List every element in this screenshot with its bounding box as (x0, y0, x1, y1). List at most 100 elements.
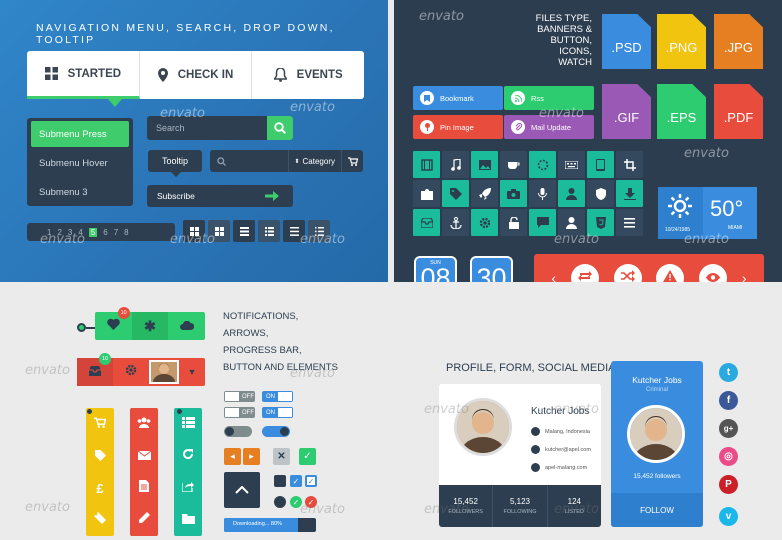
document-icon[interactable] (139, 479, 149, 497)
check-icon: ✓ (307, 476, 315, 486)
users-icon[interactable] (137, 415, 151, 433)
repeat-button[interactable] (570, 264, 599, 282)
tooltip-arrow (171, 172, 181, 177)
close-button[interactable]: ✕ (273, 448, 290, 465)
inbox-icon[interactable] (413, 209, 440, 236)
rocket-icon[interactable] (471, 180, 498, 207)
music-icon[interactable] (442, 151, 469, 178)
tag-icon[interactable] (442, 180, 469, 207)
pinterest-icon[interactable]: P (719, 475, 738, 494)
settings-button[interactable] (113, 363, 149, 381)
share-icon[interactable] (181, 479, 194, 497)
page-7[interactable]: 7 (114, 228, 118, 237)
facebook-icon[interactable]: f (719, 391, 738, 410)
unlock-icon[interactable] (500, 209, 527, 236)
cart-button[interactable] (341, 150, 363, 172)
submenu-item[interactable]: Submenu Press (31, 121, 129, 147)
toggle-off[interactable]: OFF (224, 407, 255, 418)
toggle-off[interactable]: OFF (224, 391, 255, 402)
shuffle-button[interactable] (613, 264, 642, 282)
toggle-on[interactable]: ON (262, 407, 293, 418)
user-icon[interactable] (558, 180, 585, 207)
checkbox-checked[interactable]: ✓ (305, 475, 317, 487)
warning-button[interactable] (656, 264, 685, 282)
chevron-left-icon[interactable]: ‹ (551, 270, 556, 282)
coffee-icon[interactable] (500, 151, 527, 178)
list-icon[interactable] (616, 209, 643, 236)
subscribe-field[interactable]: Subscribe (147, 185, 293, 207)
ticket-icon[interactable] (94, 511, 106, 529)
dribbble-icon[interactable]: ◎ (719, 447, 738, 466)
anchor-icon[interactable] (442, 209, 469, 236)
table-view-button[interactable] (233, 220, 255, 242)
camera-icon[interactable] (500, 180, 527, 207)
round-switch-off[interactable] (224, 426, 252, 437)
search-icon (274, 122, 286, 134)
category-select[interactable]: ⬍ Category (287, 150, 342, 172)
category-label: Category (302, 156, 335, 166)
stat-following[interactable]: 5,123 FOLLOWING (493, 485, 548, 527)
list-icon[interactable] (181, 415, 195, 433)
files-icons-panel: FILES TYPE, BANNERS & BUTTON, ICONS, WAT… (394, 0, 782, 282)
nav-item-started[interactable]: STARTED (27, 51, 140, 99)
scroll-up-button[interactable] (224, 472, 260, 508)
folder-icon[interactable] (181, 511, 195, 529)
arrow-right-icon[interactable] (265, 191, 279, 201)
arrow-right-button[interactable]: ▸ (243, 448, 260, 465)
crop-icon[interactable] (616, 151, 643, 178)
chat-icon[interactable] (529, 209, 556, 236)
round-switch-on[interactable] (262, 426, 290, 437)
website-row[interactable]: apel-malang.com (531, 463, 591, 472)
vimeo-icon[interactable]: v (719, 507, 738, 526)
refresh-icon[interactable] (182, 447, 194, 465)
tag-icon[interactable] (94, 448, 106, 466)
cloud-button[interactable] (168, 317, 205, 335)
microphone-icon[interactable] (529, 180, 556, 207)
nav-item-events[interactable]: EVENTS (252, 51, 364, 99)
radio-off[interactable] (274, 496, 286, 508)
arrow-left-button[interactable]: ◂ (224, 448, 241, 465)
tablet-icon[interactable] (587, 151, 614, 178)
keyboard-icon[interactable] (558, 151, 585, 178)
toggle-on[interactable]: ON (262, 391, 293, 402)
snowflake-button[interactable]: ✱ (131, 312, 169, 340)
pin-image-button[interactable]: Pin Image (413, 115, 503, 139)
email-row[interactable]: kutcher@apel.com (531, 445, 591, 454)
page-6[interactable]: 6 (103, 228, 107, 237)
submenu-item[interactable]: Submenu 3 (31, 179, 129, 205)
bookmark-icon (420, 91, 434, 105)
loading-icon[interactable] (529, 151, 556, 178)
category-search-bar[interactable]: ⬍ Category (210, 150, 363, 172)
pound-icon[interactable]: £ (96, 481, 103, 496)
chevron-right-icon[interactable]: › (742, 270, 747, 282)
follow-button[interactable]: FOLLOW (611, 493, 703, 527)
gear-icon[interactable] (471, 209, 498, 236)
image-icon[interactable] (471, 151, 498, 178)
view-button[interactable] (699, 264, 728, 282)
google-plus-icon[interactable]: g+ (719, 419, 738, 438)
bookmark-button[interactable]: Bookmark (413, 86, 503, 110)
list-view-button[interactable] (258, 220, 280, 242)
check-button[interactable]: ✓ (299, 448, 316, 465)
search-button[interactable] (267, 116, 293, 140)
mail-icon[interactable] (137, 447, 151, 465)
chevron-down-icon[interactable]: ▾ (179, 367, 205, 378)
puzzle-icon[interactable] (413, 180, 440, 207)
film-icon[interactable] (413, 151, 440, 178)
heart-button[interactable]: 10 (95, 307, 132, 335)
shield-icon[interactable] (587, 180, 614, 207)
pencil-icon[interactable] (138, 511, 150, 529)
download-icon[interactable] (616, 180, 643, 207)
button-label: Bookmark (440, 93, 474, 103)
checkbox-unchecked[interactable] (274, 475, 286, 487)
page-8[interactable]: 8 (124, 228, 128, 237)
inbox-button[interactable]: 10 (77, 353, 113, 386)
page-5[interactable]: 5 (88, 227, 98, 237)
nav-item-check-in[interactable]: CHECK IN (140, 51, 253, 99)
avatar[interactable] (149, 360, 179, 384)
twitter-icon[interactable]: t (719, 363, 738, 382)
cart-icon[interactable] (94, 415, 107, 433)
submenu-item[interactable]: Submenu Hover (31, 150, 129, 176)
checkbox-checked[interactable]: ✓ (290, 475, 302, 487)
gear-icon (125, 363, 137, 381)
